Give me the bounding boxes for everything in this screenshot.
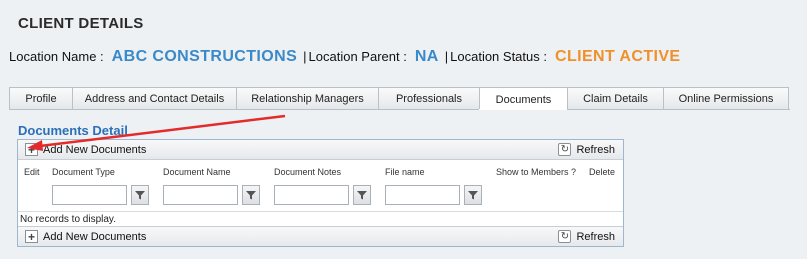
red-arrow-annotation [27, 114, 286, 151]
